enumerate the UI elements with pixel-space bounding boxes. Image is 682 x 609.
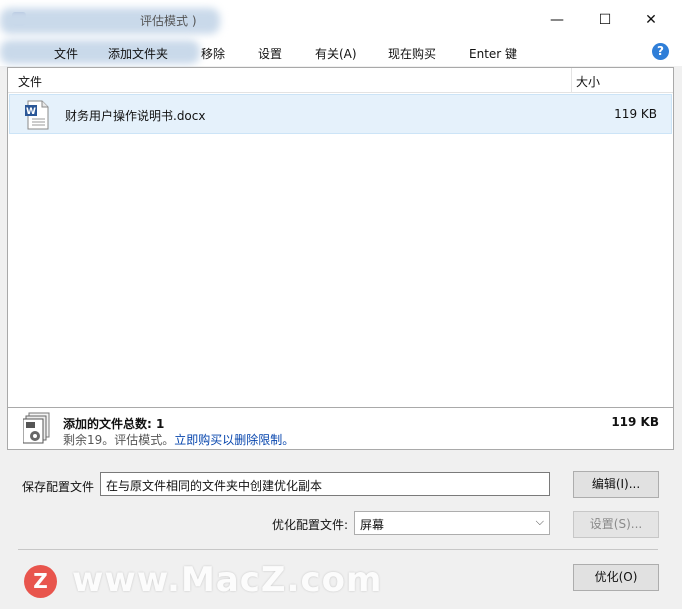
menu-about[interactable]: 有关(A): [315, 45, 357, 62]
chevron-down-icon: ⌵: [535, 515, 544, 528]
evaluation-status: 剩余19。评估模式。立即购买以删除限制。: [63, 431, 294, 448]
menu-remove[interactable]: 移除: [201, 45, 225, 62]
menu-enter-key[interactable]: Enter 键: [469, 45, 517, 62]
file-list[interactable]: 文件 大小 W 财务用户操作说明书.docx 119 KB: [7, 67, 674, 408]
save-config-field[interactable]: 在与原文件相同的文件夹中创建优化副本: [100, 472, 550, 496]
evaluation-text: 剩余19。评估模式。: [63, 433, 175, 447]
help-icon[interactable]: ?: [652, 43, 669, 60]
total-size: 119 KB: [611, 415, 659, 429]
file-name: 财务用户操作说明书.docx: [65, 109, 206, 123]
maximize-button[interactable]: ☐: [582, 6, 628, 34]
menu-bar: 文件 添加文件夹 移除 设置 有关(A) 现在购买 Enter 键: [0, 40, 682, 66]
buy-now-link[interactable]: 立即购买以删除限制。: [174, 433, 294, 447]
save-config-value: 在与原文件相同的文件夹中创建优化副本: [106, 479, 323, 493]
save-config-label: 保存配置文件: [22, 480, 95, 494]
svg-text:W: W: [26, 107, 36, 117]
watermark-logo: Z: [24, 565, 57, 598]
optimize-profile-select[interactable]: 屏幕 ⌵: [354, 511, 550, 535]
optimize-button[interactable]: 优化(O): [573, 564, 659, 591]
watermark-text: www.MacZ.com: [72, 560, 383, 600]
file-size: 119 KB: [614, 107, 657, 121]
menu-file[interactable]: 文件: [54, 45, 78, 62]
menu-buy-now[interactable]: 现在购买: [388, 45, 436, 62]
blurred-menu-overlay: [0, 40, 200, 64]
column-divider[interactable]: [571, 68, 572, 92]
divider: [18, 549, 658, 550]
edit-button[interactable]: 编辑(I)...: [573, 471, 659, 498]
settings-button[interactable]: 设置(S)...: [573, 511, 659, 538]
summary-panel: 添加的文件总数: 1 119 KB 剩余19。评估模式。立即购买以删除限制。: [7, 408, 674, 450]
optimize-profile-value: 屏幕: [360, 518, 385, 532]
column-name-header[interactable]: 文件: [18, 73, 42, 90]
column-size-header[interactable]: 大小: [576, 73, 600, 90]
menu-add-folder[interactable]: 添加文件夹: [108, 45, 168, 62]
total-files-label: 添加的文件总数: 1: [63, 417, 165, 431]
title-bar: 评估模式 ) — ☐ ✕: [0, 0, 682, 40]
word-document-icon: W: [25, 100, 49, 130]
window-title: 评估模式 ): [140, 14, 197, 28]
close-button[interactable]: ✕: [628, 6, 674, 34]
minimize-button[interactable]: —: [534, 6, 580, 34]
menu-settings[interactable]: 设置: [258, 45, 282, 62]
column-header: 文件 大小: [8, 68, 673, 93]
optimize-profile-label: 优化配置文件:: [272, 518, 349, 532]
table-row[interactable]: W 财务用户操作说明书.docx 119 KB: [9, 94, 672, 134]
files-stack-icon: [23, 412, 50, 444]
